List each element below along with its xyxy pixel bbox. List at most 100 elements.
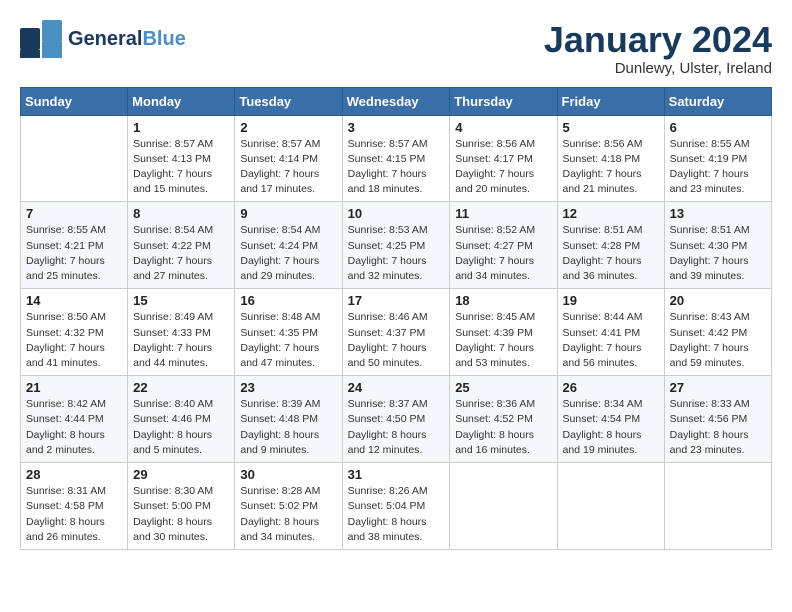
table-row <box>557 463 664 550</box>
day-info: Sunrise: 8:56 AMSunset: 4:17 PMDaylight:… <box>455 137 551 198</box>
table-row: 7 Sunrise: 8:55 AMSunset: 4:21 PMDaylight… <box>21 202 128 289</box>
day-info: Sunrise: 8:52 AMSunset: 4:27 PMDaylight:… <box>455 223 551 284</box>
table-row: 24 Sunrise: 8:37 AMSunset: 4:50 PMDayligh… <box>342 376 450 463</box>
day-info: Sunrise: 8:46 AMSunset: 4:37 PMDaylight:… <box>348 310 445 371</box>
logo-general: General <box>68 28 142 50</box>
day-number: 29 <box>133 467 229 482</box>
table-row: 21 Sunrise: 8:42 AMSunset: 4:44 PMDayligh… <box>21 376 128 463</box>
day-number: 7 <box>26 206 122 221</box>
day-info: Sunrise: 8:49 AMSunset: 4:33 PMDaylight:… <box>133 310 229 371</box>
day-info: Sunrise: 8:28 AMSunset: 5:02 PMDaylight:… <box>240 484 336 545</box>
day-number: 19 <box>563 293 659 308</box>
day-info: Sunrise: 8:51 AMSunset: 4:30 PMDaylight:… <box>670 223 766 284</box>
day-info: Sunrise: 8:40 AMSunset: 4:46 PMDaylight:… <box>133 397 229 458</box>
day-number: 3 <box>348 120 445 135</box>
day-info: Sunrise: 8:43 AMSunset: 4:42 PMDaylight:… <box>670 310 766 371</box>
day-number: 12 <box>563 206 659 221</box>
calendar-week-row: 28Sunrise: 8:31 AMSunset: 4:58 PMDayligh… <box>21 463 772 550</box>
logo-blue: Blue <box>142 28 185 50</box>
logo: GeneralBlue <box>20 20 186 58</box>
day-number: 10 <box>348 206 445 221</box>
col-saturday: Saturday <box>664 87 771 115</box>
day-number: 5 <box>563 120 659 135</box>
day-info: Sunrise: 8:57 AMSunset: 4:14 PMDaylight:… <box>240 137 336 198</box>
day-number: 2 <box>240 120 336 135</box>
page-header: GeneralBlue January 2024 Dunlewy, Ulster… <box>20 20 772 77</box>
table-row: 2 Sunrise: 8:57 AMSunset: 4:14 PMDaylight… <box>235 115 342 202</box>
day-info: Sunrise: 8:51 AMSunset: 4:28 PMDaylight:… <box>563 223 659 284</box>
table-row: 11 Sunrise: 8:52 AMSunset: 4:27 PMDayligh… <box>450 202 557 289</box>
title-block: January 2024 Dunlewy, Ulster, Ireland <box>544 20 772 77</box>
logo-icon <box>20 20 64 58</box>
table-row: 12 Sunrise: 8:51 AMSunset: 4:28 PMDayligh… <box>557 202 664 289</box>
day-number: 8 <box>133 206 229 221</box>
day-info: Sunrise: 8:26 AMSunset: 5:04 PMDaylight:… <box>348 484 445 545</box>
day-number: 26 <box>563 380 659 395</box>
table-row: 16 Sunrise: 8:48 AMSunset: 4:35 PMDayligh… <box>235 289 342 376</box>
table-row: 23Sunrise: 8:39 AMSunset: 4:48 PMDayligh… <box>235 376 342 463</box>
col-tuesday: Tuesday <box>235 87 342 115</box>
day-info: Sunrise: 8:50 AMSunset: 4:32 PMDaylight:… <box>26 310 122 371</box>
day-number: 28 <box>26 467 122 482</box>
day-info: Sunrise: 8:48 AMSunset: 4:35 PMDaylight:… <box>240 310 336 371</box>
table-row: 27Sunrise: 8:33 AMSunset: 4:56 PMDayligh… <box>664 376 771 463</box>
day-info: Sunrise: 8:30 AMSunset: 5:00 PMDaylight:… <box>133 484 229 545</box>
day-number: 24 <box>348 380 445 395</box>
day-number: 20 <box>670 293 766 308</box>
day-info: Sunrise: 8:39 AMSunset: 4:48 PMDaylight:… <box>240 397 336 458</box>
table-row: 10 Sunrise: 8:53 AMSunset: 4:25 PMDayligh… <box>342 202 450 289</box>
col-wednesday: Wednesday <box>342 87 450 115</box>
day-info: Sunrise: 8:57 AMSunset: 4:15 PMDaylight:… <box>348 137 445 198</box>
day-number: 1 <box>133 120 229 135</box>
day-number: 9 <box>240 206 336 221</box>
table-row: 20 Sunrise: 8:43 AMSunset: 4:42 PMDayligh… <box>664 289 771 376</box>
table-row: 13 Sunrise: 8:51 AMSunset: 4:30 PMDayligh… <box>664 202 771 289</box>
day-number: 27 <box>670 380 766 395</box>
col-friday: Friday <box>557 87 664 115</box>
day-number: 22 <box>133 380 229 395</box>
table-row: 28Sunrise: 8:31 AMSunset: 4:58 PMDayligh… <box>21 463 128 550</box>
table-row: 5 Sunrise: 8:56 AMSunset: 4:18 PMDaylight… <box>557 115 664 202</box>
table-row: 4 Sunrise: 8:56 AMSunset: 4:17 PMDaylight… <box>450 115 557 202</box>
day-info: Sunrise: 8:56 AMSunset: 4:18 PMDaylight:… <box>563 137 659 198</box>
location: Dunlewy, Ulster, Ireland <box>544 60 772 77</box>
day-number: 4 <box>455 120 551 135</box>
day-number: 21 <box>26 380 122 395</box>
calendar-table: Sunday Monday Tuesday Wednesday Thursday… <box>20 87 772 550</box>
table-row: 8 Sunrise: 8:54 AMSunset: 4:22 PMDaylight… <box>128 202 235 289</box>
table-row: 18 Sunrise: 8:45 AMSunset: 4:39 PMDayligh… <box>450 289 557 376</box>
day-number: 30 <box>240 467 336 482</box>
day-info: Sunrise: 8:54 AMSunset: 4:24 PMDaylight:… <box>240 223 336 284</box>
day-info: Sunrise: 8:53 AMSunset: 4:25 PMDaylight:… <box>348 223 445 284</box>
calendar-week-row: 1Sunrise: 8:57 AMSunset: 4:13 PMDaylight… <box>21 115 772 202</box>
table-row: 29 Sunrise: 8:30 AMSunset: 5:00 PMDayligh… <box>128 463 235 550</box>
day-info: Sunrise: 8:37 AMSunset: 4:50 PMDaylight:… <box>348 397 445 458</box>
table-row <box>450 463 557 550</box>
day-number: 11 <box>455 206 551 221</box>
day-number: 17 <box>348 293 445 308</box>
day-info: Sunrise: 8:55 AMSunset: 4:21 PMDaylight:… <box>26 223 122 284</box>
table-row: 15 Sunrise: 8:49 AMSunset: 4:33 PMDayligh… <box>128 289 235 376</box>
day-number: 15 <box>133 293 229 308</box>
day-info: Sunrise: 8:34 AMSunset: 4:54 PMDaylight:… <box>563 397 659 458</box>
day-number: 16 <box>240 293 336 308</box>
col-thursday: Thursday <box>450 87 557 115</box>
table-row: 31Sunrise: 8:26 AMSunset: 5:04 PMDayligh… <box>342 463 450 550</box>
day-number: 25 <box>455 380 551 395</box>
day-number: 13 <box>670 206 766 221</box>
col-monday: Monday <box>128 87 235 115</box>
day-info: Sunrise: 8:42 AMSunset: 4:44 PMDaylight:… <box>26 397 122 458</box>
day-number: 18 <box>455 293 551 308</box>
day-info: Sunrise: 8:45 AMSunset: 4:39 PMDaylight:… <box>455 310 551 371</box>
day-info: Sunrise: 8:55 AMSunset: 4:19 PMDaylight:… <box>670 137 766 198</box>
table-row: 9 Sunrise: 8:54 AMSunset: 4:24 PMDaylight… <box>235 202 342 289</box>
month-title: January 2024 <box>544 20 772 60</box>
table-row: 25Sunrise: 8:36 AMSunset: 4:52 PMDayligh… <box>450 376 557 463</box>
table-row: 6Sunrise: 8:55 AMSunset: 4:19 PMDaylight… <box>664 115 771 202</box>
table-row: 22 Sunrise: 8:40 AMSunset: 4:46 PMDayligh… <box>128 376 235 463</box>
table-row <box>664 463 771 550</box>
table-row: 19Sunrise: 8:44 AMSunset: 4:41 PMDayligh… <box>557 289 664 376</box>
day-info: Sunrise: 8:54 AMSunset: 4:22 PMDaylight:… <box>133 223 229 284</box>
calendar-header-row: Sunday Monday Tuesday Wednesday Thursday… <box>21 87 772 115</box>
calendar-week-row: 7 Sunrise: 8:55 AMSunset: 4:21 PMDaylight… <box>21 202 772 289</box>
